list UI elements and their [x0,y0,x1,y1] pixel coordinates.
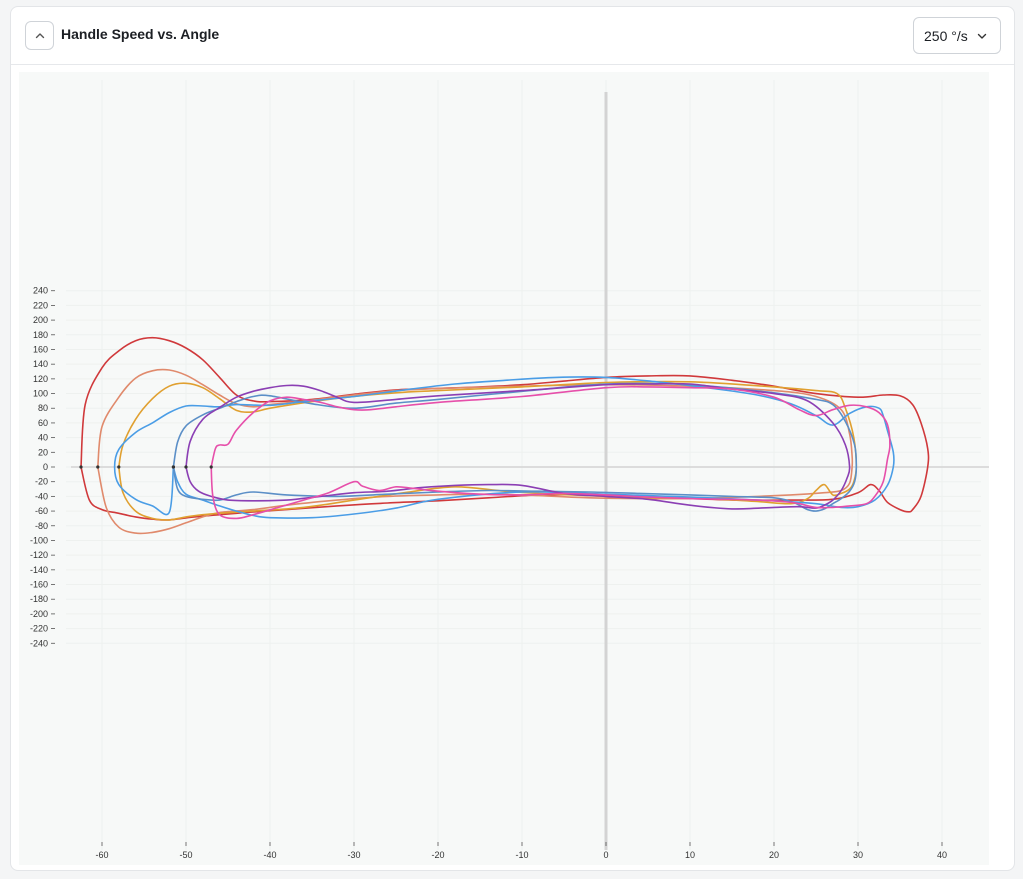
y-tick-label: 220 [33,300,48,310]
y-tick-label: 80 [38,403,48,413]
card-header: Handle Speed vs. Angle 250 °/s [11,7,1014,65]
y-tick-label: 100 [33,389,48,399]
collapse-button[interactable] [25,21,54,50]
x-tick-label: -10 [515,850,528,860]
y-tick-label: -140 [30,565,48,575]
series-group [79,336,930,535]
y-tick-label: -240 [30,638,48,648]
x-tick-label: -20 [431,850,444,860]
speed-scale-select[interactable]: 250 °/s [913,17,1001,54]
x-tick-label: -40 [263,850,276,860]
y-tick-label: 60 [38,418,48,428]
chevron-up-icon [35,32,44,38]
y-tick-label: -160 [30,580,48,590]
y-tick-label: 120 [33,374,48,384]
x-tick-label: 0 [603,850,608,860]
grid [66,80,981,850]
y-tick-label: 20 [38,447,48,457]
y-tick-label: 40 [38,433,48,443]
chart-card: Handle Speed vs. Angle 250 °/s 240 220 200… [10,6,1015,871]
series-start-point-3 [117,465,121,469]
y-tick-label: -100 [30,535,48,545]
y-tick-label: 240 [33,286,48,296]
x-axis: -60 -50 -40 -30 -20 -10 0 10 20 30 40 [95,842,947,860]
x-tick-label: 20 [769,850,779,860]
plot-area: 240 220 200 180 160 140 120 100 80 60 40 20 0 -20 -40-… [19,72,989,865]
y-tick-label: 200 [33,315,48,325]
x-tick-label: -30 [347,850,360,860]
series-start-point-5 [171,465,175,469]
y-tick-label: 140 [33,359,48,369]
y-tick-label: -220 [30,624,48,634]
speed-scale-value: 250 °/s [924,27,968,44]
x-tick-label: 40 [937,850,947,860]
y-tick-label: 180 [33,330,48,340]
series-start-point-7 [209,465,213,469]
x-tick-label: 10 [685,850,695,860]
series-start-point-2 [96,465,100,469]
y-tick-label: 160 [33,344,48,354]
y-tick-label: -180 [30,594,48,604]
chevron-down-icon [977,33,987,39]
series-start-point-1 [79,465,83,469]
y-axis: 240220200180160140120100806040200-20-40-… [30,286,55,648]
x-tick-label: 30 [853,850,863,860]
chart-title: Handle Speed vs. Angle [61,26,220,42]
y-tick-label: -40 [35,491,48,501]
y-tick-label: -120 [30,550,48,560]
y-tick-label: -20 [35,477,48,487]
y-tick-label: -80 [35,521,48,531]
handle-speed-chart: 240220200180160140120100806040200-20-40-… [30,80,989,860]
series-start-point-6 [184,465,188,469]
x-tick-label: -60 [95,850,108,860]
y-tick-label: -200 [30,609,48,619]
y-tick-label: 0 [43,462,48,472]
x-tick-label: -50 [179,850,192,860]
y-tick-label: -60 [35,506,48,516]
